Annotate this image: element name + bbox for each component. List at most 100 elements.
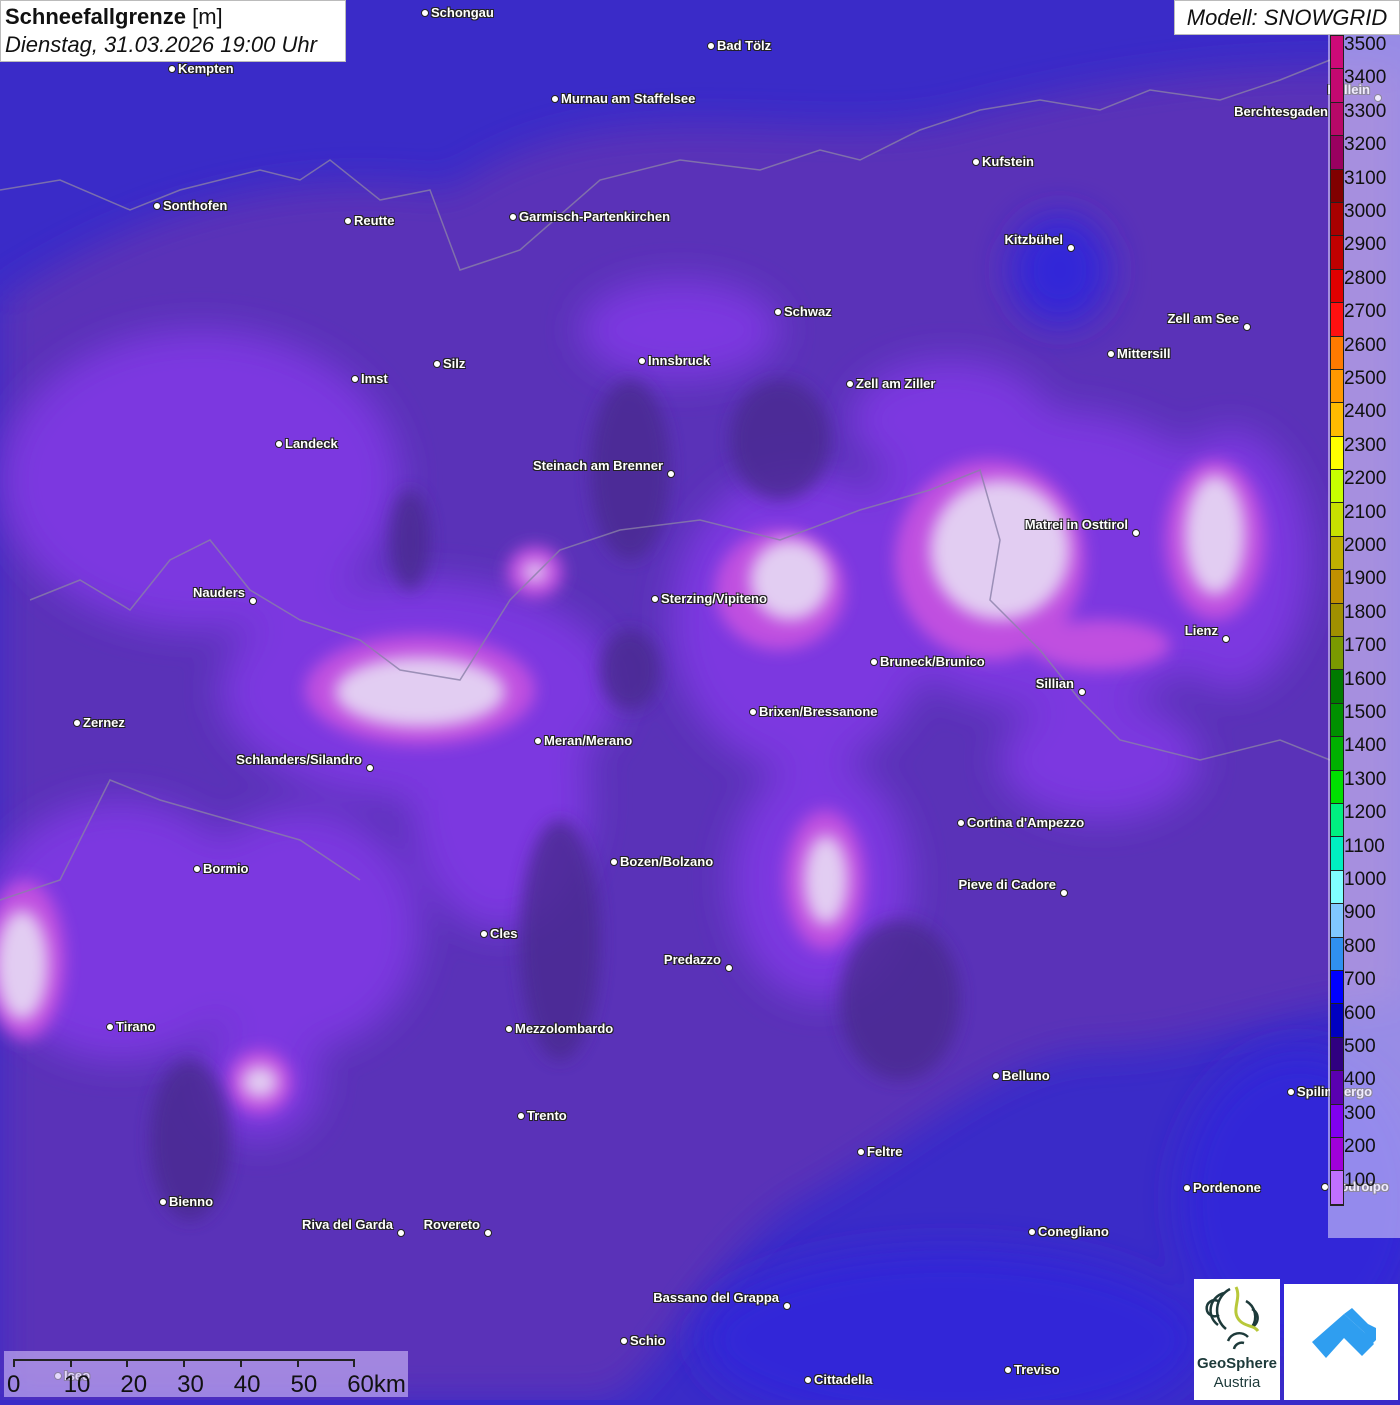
city-dot-icon <box>73 719 81 727</box>
city-label: Landeck <box>285 436 338 451</box>
legend-label: 100 <box>1344 1169 1376 1191</box>
city-dot-icon <box>505 1025 513 1033</box>
scale-tick <box>353 1359 356 1367</box>
scale-label: 0 <box>7 1371 21 1398</box>
legend-swatch <box>1331 1104 1343 1138</box>
geosphere-country: Austria <box>1213 1374 1261 1391</box>
city-label: Schongau <box>431 5 494 20</box>
legend-label: 3100 <box>1344 167 1387 189</box>
city-dot-icon <box>351 375 359 383</box>
city-label: Silz <box>443 356 466 371</box>
city-dot-icon <box>804 1376 812 1384</box>
city-label: Bormio <box>203 861 249 876</box>
legend-swatch <box>1331 69 1343 103</box>
legend-swatch <box>1331 603 1343 638</box>
geosphere-emblem-icon <box>1205 1286 1260 1350</box>
scale-label: 50 <box>290 1371 318 1398</box>
scale-label: 20 <box>120 1371 148 1398</box>
title-box: Schneefallgrenze [m] Dienstag, 31.03.202… <box>0 0 346 62</box>
city-label: Pieve di Cadore <box>958 877 1056 892</box>
legend-label: 1900 <box>1344 568 1387 590</box>
city-dot-icon <box>1183 1184 1191 1192</box>
city-dot-icon <box>1132 529 1140 537</box>
city-label: Meran/Merano <box>544 733 633 748</box>
legend-label: 3400 <box>1344 67 1387 89</box>
city-label: Garmisch-Partenkirchen <box>519 209 671 224</box>
city-label: Bassano del Grappa <box>653 1290 779 1305</box>
legend-label: 200 <box>1344 1136 1376 1158</box>
city-dot-icon <box>620 1337 628 1345</box>
city-label: Tirano <box>116 1019 156 1034</box>
city-dot-icon <box>249 597 257 605</box>
city-dot-icon <box>159 1198 167 1206</box>
legend-label: 3000 <box>1344 201 1387 222</box>
city-label: Kempten <box>178 61 234 76</box>
legend-swatch <box>1331 570 1343 604</box>
city-label: Brixen/Bressanone <box>759 704 878 719</box>
legend-swatch <box>1331 1004 1343 1038</box>
city-dot-icon <box>484 1229 492 1237</box>
legend-swatch <box>1331 803 1343 838</box>
city-dot-icon <box>774 308 782 316</box>
city-dot-icon <box>1107 350 1115 358</box>
city-dot-icon <box>651 595 659 603</box>
city-dot-icon <box>749 708 757 716</box>
city-label: Matrei in Osttirol <box>1024 517 1128 532</box>
geosphere-name: GeoSphere <box>1196 1355 1278 1372</box>
scale-label: 10 <box>63 1371 91 1398</box>
city-label: Treviso <box>1014 1362 1060 1377</box>
city-label: Zernez <box>83 715 125 730</box>
city-dot-icon <box>638 357 646 365</box>
legend-label: 2200 <box>1344 468 1387 490</box>
legend-label: 2500 <box>1344 368 1387 389</box>
legend-swatch <box>1331 436 1343 471</box>
legend-label: 500 <box>1344 1036 1376 1057</box>
city-label: Cortina d'Ampezzo <box>967 815 1085 830</box>
city-dot-icon <box>857 1148 865 1156</box>
city-label: Lienz <box>1184 623 1218 638</box>
legend-label: 2000 <box>1344 535 1387 556</box>
legend-label: 1600 <box>1344 668 1387 690</box>
legend-swatch <box>1331 637 1343 671</box>
legend-label: 3300 <box>1344 100 1387 122</box>
city-label: Bruneck/Brunico <box>880 654 985 669</box>
legend-swatch <box>1331 904 1343 938</box>
legend-swatch <box>1331 1171 1343 1205</box>
legend-swatch <box>1331 937 1343 971</box>
city-label: Belluno <box>1002 1068 1050 1083</box>
city-dot-icon <box>707 42 715 50</box>
city-dot-icon <box>992 1072 1000 1080</box>
legend-label: 700 <box>1344 969 1376 991</box>
scale-label: 40 <box>233 1371 261 1398</box>
city-dot-icon <box>509 213 517 221</box>
model-label: Modell: SNOWGRID <box>1174 0 1400 35</box>
city-label: Zell am Ziller <box>856 376 936 391</box>
legend-label: 2100 <box>1344 501 1387 523</box>
city-dot-icon <box>1243 323 1251 331</box>
city-label: Pordenone <box>1193 1180 1261 1195</box>
city-label: Mittersill <box>1117 346 1171 361</box>
city-dot-icon <box>480 930 488 938</box>
legend-swatch <box>1331 1071 1343 1105</box>
legend-swatch <box>1331 136 1343 170</box>
city-dot-icon <box>397 1229 405 1237</box>
city-label: Bienno <box>169 1194 214 1209</box>
city-dot-icon <box>610 858 618 866</box>
city-dot-icon <box>1004 1366 1012 1374</box>
scale-label: 30 <box>177 1371 204 1398</box>
city-dot-icon <box>344 217 352 225</box>
map-title: Schneefallgrenze <box>5 4 186 29</box>
legend-swatch <box>1331 403 1343 437</box>
city-dot-icon <box>1287 1088 1295 1096</box>
legend-label: 1000 <box>1344 869 1387 890</box>
legend-label: 300 <box>1344 1102 1376 1124</box>
city-dot-icon <box>421 9 429 17</box>
legend-swatch <box>1331 870 1343 905</box>
legend-swatch <box>1331 770 1343 804</box>
legend-swatch <box>1331 269 1343 304</box>
city-label: Conegliano <box>1038 1224 1109 1239</box>
city-dot-icon <box>957 819 965 827</box>
legend-swatch <box>1331 169 1343 203</box>
legend-label: 2400 <box>1344 401 1387 423</box>
city-label: Murnau am Staffelsee <box>561 91 696 106</box>
